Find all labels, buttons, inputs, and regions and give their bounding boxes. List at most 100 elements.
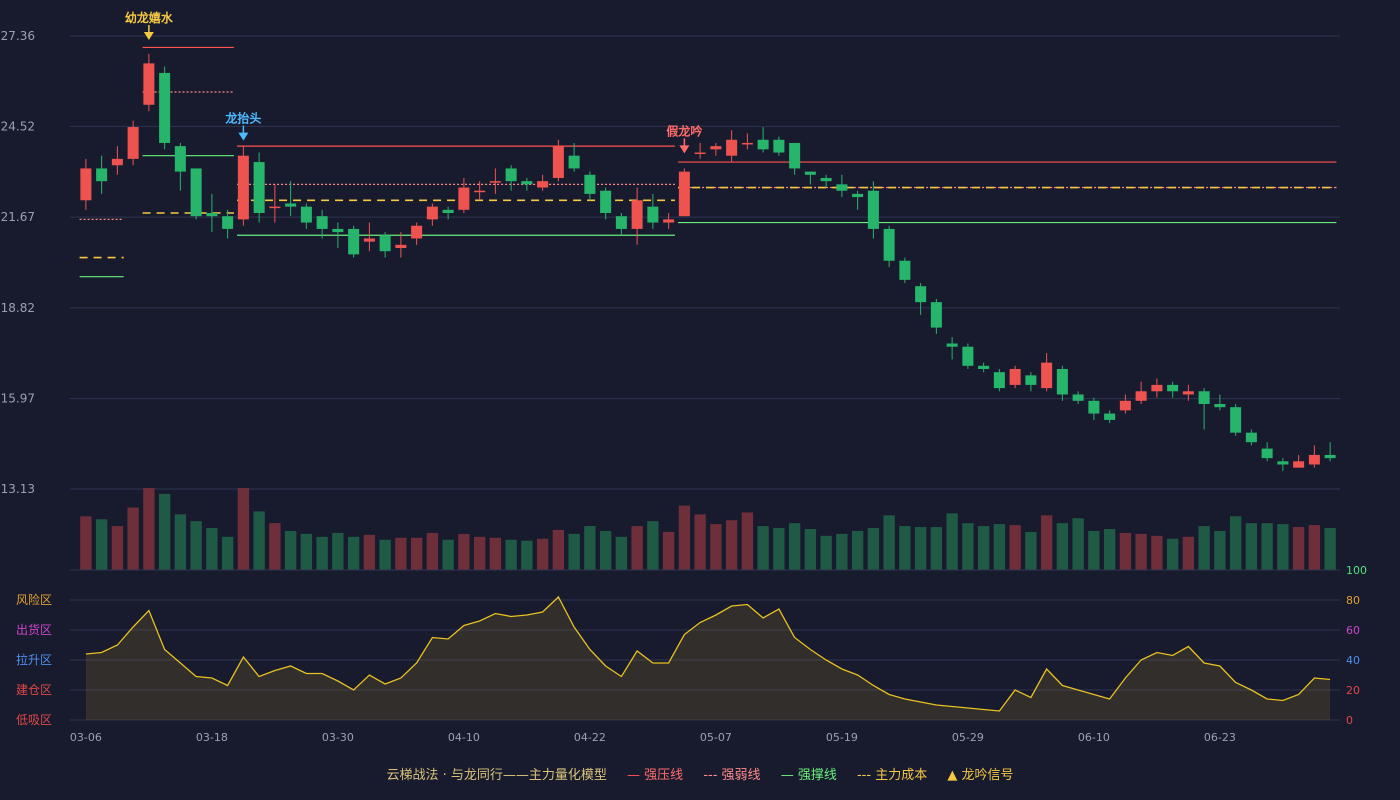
candle-body	[1198, 391, 1210, 405]
candle-body	[363, 238, 375, 242]
x-tick-label: 04-10	[448, 731, 480, 744]
price-tick-label: 24.52	[1, 119, 35, 133]
volume-bar	[804, 529, 817, 570]
volume-bar	[458, 533, 470, 570]
x-tick-label: 03-06	[70, 731, 102, 744]
legend-main-cost: --- 主力成本	[856, 768, 928, 783]
legend-strong-pressure: — 强压线	[627, 768, 684, 783]
candle-body	[1308, 454, 1320, 465]
candle-body	[1245, 432, 1257, 443]
price-tick-label: 18.82	[1, 301, 35, 315]
volume-bar	[1040, 515, 1053, 570]
volume-bar	[1009, 525, 1021, 570]
volume-bar	[206, 528, 218, 570]
candle-body	[285, 203, 297, 207]
x-tick-label: 05-29	[952, 731, 984, 744]
candle-body	[1214, 404, 1226, 408]
volume-bar	[316, 536, 328, 570]
candle-body	[395, 244, 407, 249]
price-tick-label: 21.67	[1, 210, 35, 224]
candle-body	[458, 187, 470, 210]
candle-body	[111, 158, 123, 166]
candle-body	[442, 209, 454, 213]
volume-bar	[158, 493, 171, 570]
candle-body	[379, 235, 391, 252]
candle-body	[300, 206, 312, 223]
price-tick-label: 15.97	[1, 392, 35, 406]
candle-body	[96, 168, 108, 182]
candle-body	[852, 193, 864, 198]
candle-body	[663, 219, 675, 223]
candle-body	[474, 190, 486, 193]
candle-body	[537, 181, 549, 188]
candle-body	[80, 168, 92, 201]
volume-bar	[489, 537, 502, 570]
volume-bar	[1166, 538, 1179, 570]
volume-bar	[1261, 523, 1273, 570]
volume-bar	[536, 538, 549, 570]
candle-body	[190, 168, 202, 217]
candle-body	[159, 72, 171, 143]
volume-bar	[867, 528, 880, 570]
volume-bar	[599, 530, 612, 570]
candle-body	[1135, 391, 1147, 401]
legend: 云梯战法 · 与龙同行——主力量化模型 — 强压线 --- 强弱线 — 强撑线 …	[0, 764, 1400, 783]
volume-bar	[237, 488, 250, 570]
volume-bar	[977, 526, 990, 570]
candle-body	[348, 228, 360, 255]
candle-body	[174, 146, 186, 172]
candle-body	[946, 343, 958, 347]
signal-arrow-icon	[238, 132, 249, 141]
candle-body	[253, 162, 265, 213]
candle-body	[1293, 461, 1305, 468]
volume-bar	[1103, 529, 1116, 570]
x-tick-label: 06-10	[1078, 731, 1110, 744]
volume-bar	[174, 514, 187, 570]
candle-body	[757, 139, 769, 150]
volume-bar	[836, 533, 848, 570]
volume-bar	[1072, 518, 1084, 570]
legend-signal: ▲ 龙吟信号	[947, 768, 1014, 783]
candle-body	[789, 142, 801, 169]
candle-body	[332, 228, 344, 233]
stock-chart: 27.36 24.52 21.67 18.82 15.97 13.13 幼龙嬉水龙抬头假龙吟…	[1, 10, 1367, 744]
signal-label: 假龙吟	[666, 123, 702, 138]
volume-bar	[1324, 528, 1336, 570]
volume-bar	[442, 539, 454, 570]
candle-body	[694, 152, 706, 155]
candle-body	[978, 365, 990, 369]
signal-label: 幼龙嬉水	[125, 10, 174, 25]
volume-bar	[647, 521, 659, 570]
osc-tick-label: 80	[1346, 594, 1360, 607]
volume-bar	[1088, 530, 1100, 570]
candle-body	[883, 228, 895, 261]
candle-body	[1009, 368, 1021, 385]
x-tick-label: 05-07	[700, 731, 732, 744]
volume-bar	[111, 526, 124, 570]
candle-body	[505, 168, 517, 182]
x-tick-label: 05-19	[826, 731, 858, 744]
volume-bar	[820, 535, 832, 570]
candle-body	[631, 200, 643, 229]
x-tick-label: 03-18	[196, 731, 228, 744]
candle-body	[1104, 413, 1116, 420]
x-tick-label: 03-30	[322, 731, 354, 744]
candle-body	[899, 260, 911, 280]
volume-bar	[552, 529, 565, 570]
zone-label: 低吸区	[16, 713, 52, 727]
volume-bar	[395, 537, 407, 570]
volume-bar	[662, 531, 675, 570]
volume-bar	[914, 527, 927, 570]
candle-body	[269, 206, 281, 209]
volume-bar	[1277, 524, 1289, 570]
volume-bar	[773, 528, 785, 570]
volume-bar	[946, 513, 958, 570]
volume-bar	[962, 523, 974, 570]
candle-body	[836, 184, 848, 191]
volume-bar	[505, 539, 517, 570]
candle-body	[962, 346, 974, 366]
candle-body	[710, 146, 722, 150]
candle-body	[237, 155, 249, 220]
volume-bar	[1135, 533, 1147, 570]
osc-tick-label: 60	[1346, 624, 1360, 637]
